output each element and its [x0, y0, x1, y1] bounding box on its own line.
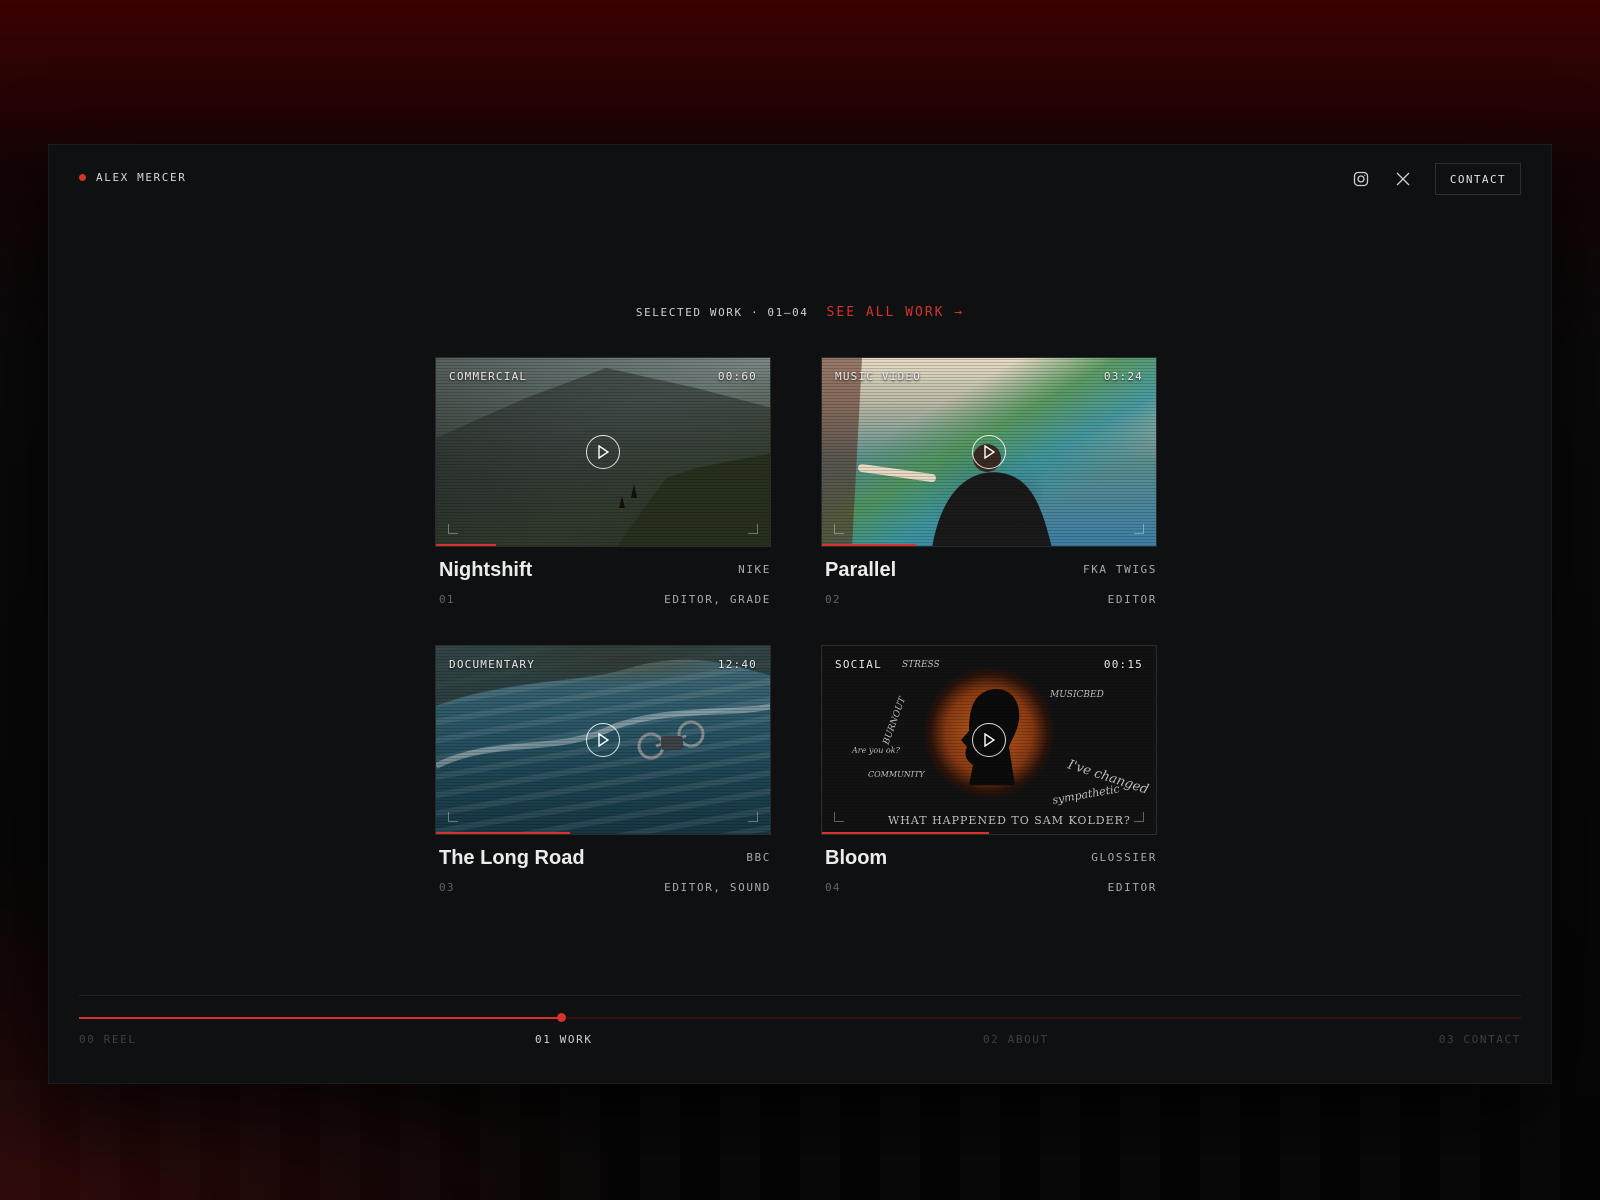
frame-corner [1134, 524, 1144, 534]
section-label: SELECTED WORK · 01—04 [635, 306, 809, 319]
frame-corner [1134, 812, 1144, 822]
project-number: 04 [825, 881, 841, 894]
timeline-step-reel[interactable]: 00 REEL [79, 1033, 137, 1046]
project-role: EDITOR [1107, 593, 1157, 606]
scribble-text: MUSICBED [1050, 690, 1104, 700]
duration: 00:15 [1103, 658, 1143, 671]
project-meta: Nightshift NIKE 01 EDITOR, GRADE [435, 547, 771, 611]
project-card-parallel[interactable]: MUSIC VIDEO 03:24 Parallel FKA TWIGS 02 … [821, 357, 1157, 611]
frame-corner [448, 524, 458, 534]
play-icon[interactable] [972, 435, 1006, 469]
project-client: FKA TWIGS [1082, 563, 1157, 576]
x-icon[interactable] [1393, 169, 1413, 189]
scribble-text: sympathetic [1051, 782, 1121, 807]
project-thumbnail[interactable]: MUSIC VIDEO 03:24 [821, 357, 1157, 547]
project-title: Parallel [825, 559, 897, 581]
playback-progress [822, 832, 989, 834]
timeline-step-work[interactable]: 01 WORK [535, 1033, 593, 1046]
play-icon[interactable] [972, 723, 1006, 757]
scribble-text: COMMUNITY [868, 770, 925, 779]
project-thumbnail[interactable]: DOCUMENTARY 12:40 [435, 645, 771, 835]
project-role: EDITOR, SOUND [664, 881, 771, 894]
frame-corner [834, 812, 844, 822]
brand-dot [79, 174, 86, 181]
brand[interactable]: ALEX MERCER [79, 171, 186, 184]
timeline-step-about[interactable]: 02 ABOUT [983, 1033, 1049, 1046]
playback-progress [436, 832, 570, 834]
header-actions: CONTACT [1351, 163, 1521, 195]
scribble-headline: WHAT HAPPENED TO SAM KOLDER? [888, 814, 1131, 827]
backdrop [0, 1080, 1600, 1200]
contact-button[interactable]: CONTACT [1434, 163, 1521, 195]
category-tag: DOCUMENTARY [449, 658, 536, 671]
project-role: EDITOR [1107, 881, 1157, 894]
play-icon[interactable] [586, 723, 620, 757]
project-thumbnail[interactable]: COMMERCIAL 00:60 [435, 357, 771, 547]
frame-corner [448, 812, 458, 822]
timeline-knob[interactable] [556, 1013, 566, 1022]
section-header: SELECTED WORK · 01—04 SEE ALL WORK → [49, 305, 1551, 320]
duration: 03:24 [1103, 370, 1143, 383]
frame-corner [748, 812, 758, 822]
project-client: BBC [746, 851, 771, 864]
project-role: EDITOR, GRADE [664, 593, 771, 606]
project-title: Nightshift [439, 559, 533, 581]
duration: 12:40 [717, 658, 757, 671]
portfolio-window: ALEX MERCER CONTACT SELECTED WORK · 01—0… [48, 144, 1552, 1084]
brand-name: ALEX MERCER [96, 171, 187, 184]
playback-progress [436, 544, 497, 546]
project-client: NIKE [738, 563, 771, 576]
project-meta: Bloom GLOSSIER 04 EDITOR [821, 835, 1157, 899]
scribble-text: BURNOUT [881, 695, 909, 747]
project-card-bloom[interactable]: STRESS BURNOUT MUSICBED I've changed sym… [821, 645, 1157, 899]
timeline-step-contact[interactable]: 03 CONTACT [1439, 1033, 1521, 1046]
instagram-icon[interactable] [1351, 169, 1371, 189]
project-title: The Long Road [439, 847, 585, 869]
category-tag: SOCIAL [835, 658, 882, 671]
scribble-text: Are you ok? [852, 746, 900, 755]
category-tag: COMMERCIAL [449, 370, 528, 383]
project-meta: Parallel FKA TWIGS 02 EDITOR [821, 547, 1157, 611]
timeline-fill [79, 1017, 561, 1019]
project-meta: The Long Road BBC 03 EDITOR, SOUND [435, 835, 771, 899]
project-card-the-long-road[interactable]: DOCUMENTARY 12:40 The Long Road BBC 03 E… [435, 645, 771, 899]
frame-corner [748, 524, 758, 534]
category-tag: MUSIC VIDEO [835, 370, 922, 383]
project-thumbnail[interactable]: STRESS BURNOUT MUSICBED I've changed sym… [821, 645, 1157, 835]
project-number: 01 [439, 593, 455, 606]
playback-progress [822, 544, 916, 546]
project-number: 03 [439, 881, 455, 894]
scribble-text: STRESS [902, 660, 940, 670]
project-card-nightshift[interactable]: COMMERCIAL 00:60 Nightshift NIKE 01 EDIT… [435, 357, 771, 611]
duration: 00:60 [717, 370, 757, 383]
project-number: 02 [825, 593, 841, 606]
see-all-work-link[interactable]: SEE ALL WORK → [827, 305, 965, 320]
frame-corner [834, 524, 844, 534]
project-client: GLOSSIER [1091, 851, 1157, 864]
project-title: Bloom [825, 847, 888, 869]
divider [79, 995, 1521, 996]
play-icon[interactable] [586, 435, 620, 469]
